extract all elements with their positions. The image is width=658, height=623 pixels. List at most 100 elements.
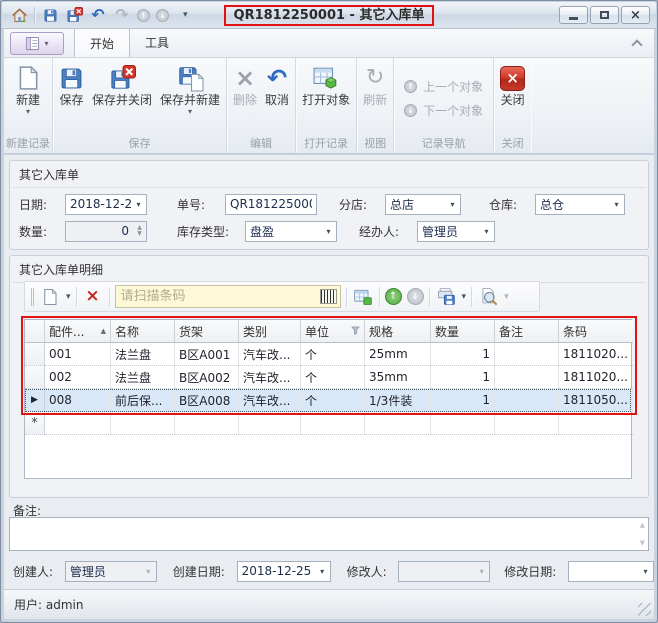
table-cell[interactable]: 1 [431,366,495,389]
table-cell[interactable]: 个 [301,389,365,412]
filter-icon[interactable] [351,326,360,337]
chevron-down-icon[interactable]: ▾ [609,195,624,214]
table-cell[interactable]: 001 [45,343,111,366]
table-cell[interactable] [111,412,175,435]
table-cell[interactable] [45,412,111,435]
column-header-remark[interactable]: 备注 [495,320,559,343]
preview-dropdown-icon[interactable]: ▾ [504,292,509,302]
table-cell[interactable]: 1811020... [559,366,633,389]
table-new-row[interactable]: * [25,412,631,435]
table-cell[interactable]: 汽车改... [239,343,301,366]
column-header-spec[interactable]: 规格 [365,320,431,343]
column-header-part[interactable]: 配件...▲ [45,320,111,343]
add-row-icon[interactable] [39,286,61,308]
chevron-down-icon[interactable]: ▾ [315,562,330,581]
previous-object-button[interactable]: ↑ 上一个对象 [404,78,483,95]
table-cell[interactable]: 前后保... [111,389,175,412]
undo-icon[interactable]: ↶ [89,6,107,24]
row-selector[interactable] [25,366,45,389]
tab-home[interactable]: 开始 [74,28,130,58]
table-cell[interactable]: 个 [301,366,365,389]
table-cell[interactable] [495,343,559,366]
table-cell[interactable]: B区A008 [175,389,239,412]
modifier-combobox[interactable]: ▾ [398,561,490,582]
cancel-button[interactable]: ↶ 取消 [261,60,293,109]
redo-icon[interactable]: ↷ [113,6,131,24]
creator-combobox[interactable]: 管理员 ▾ [65,561,157,582]
column-header-name[interactable]: 名称 [111,320,175,343]
delete-button[interactable]: × 删除 [229,60,261,109]
prev-record-icon[interactable]: ↑ [137,9,150,22]
refresh-button[interactable]: ↻ 刷新 [359,60,391,109]
table-cell[interactable]: 002 [45,366,111,389]
column-header-qty[interactable]: 数量 [431,320,495,343]
stocktype-combobox[interactable]: 盘盈 ▾ [245,221,337,242]
qty-spinner[interactable]: 0 ▲▼ [65,221,147,242]
table-cell[interactable] [559,412,633,435]
table-cell[interactable] [495,412,559,435]
save-and-new-button[interactable]: 保存并新建 ▾ [156,60,224,116]
column-header-unit[interactable]: 单位 [301,320,365,343]
table-cell[interactable]: 25mm [365,343,431,366]
column-header-shelf[interactable]: 货架 [175,320,239,343]
table-cell[interactable]: 法兰盘 [111,343,175,366]
table-cell[interactable]: 法兰盘 [111,366,175,389]
table-cell[interactable]: 1 [431,343,495,366]
select-parts-icon[interactable] [352,286,374,308]
minimize-button[interactable] [559,6,588,24]
table-cell[interactable]: 35mm [365,366,431,389]
scroll-up-icon[interactable]: ▲ [640,521,645,529]
table-row[interactable]: 002 法兰盘 B区A002 汽车改... 个 35mm 1 1811020..… [25,366,631,389]
table-cell[interactable]: 1811050... [559,389,633,412]
save-button[interactable]: 保存 [55,60,88,109]
date-combobox[interactable]: 2018-12-25 ▾ [65,194,147,215]
chevron-down-icon[interactable]: ▾ [141,562,156,581]
scroll-down-icon[interactable]: ▼ [640,539,645,547]
close-window-button[interactable]: × [621,6,650,24]
chevron-down-icon[interactable]: ▾ [638,562,653,581]
chevron-down-icon[interactable]: ▾ [479,222,494,241]
move-up-icon[interactable]: ↑ [385,288,402,305]
export-icon[interactable] [435,286,457,308]
table-cell[interactable]: B区A001 [175,343,239,366]
tab-tools[interactable]: 工具 [130,28,184,57]
orderno-field[interactable] [225,194,317,215]
table-cell[interactable]: B区A002 [175,366,239,389]
customize-qat-dropdown-icon[interactable]: ▾ [183,10,188,20]
table-cell[interactable]: 008 [45,389,111,412]
created-date-combobox[interactable]: 2018-12-25 ▾ [237,561,331,582]
export-dropdown-icon[interactable]: ▾ [462,292,467,302]
home-icon[interactable] [10,6,28,24]
table-cell[interactable]: 汽车改... [239,389,301,412]
save-and-close-button[interactable]: 保存并关闭 [88,60,156,109]
chevron-down-icon[interactable]: ▾ [321,222,336,241]
next-object-button[interactable]: ↓ 下一个对象 [404,102,483,119]
table-cell[interactable]: 个 [301,343,365,366]
row-selector-current[interactable]: ▶ [25,389,45,412]
preview-icon[interactable] [477,286,499,308]
table-cell[interactable] [495,389,559,412]
table-cell[interactable]: 汽车改... [239,366,301,389]
table-cell[interactable]: 1/3件装 [365,389,431,412]
collapse-ribbon-icon[interactable] [633,41,642,48]
table-cell[interactable] [239,412,301,435]
delete-row-icon[interactable]: × [82,286,104,308]
remarks-textarea[interactable]: ▲ ▼ [9,517,649,551]
modified-date-combobox[interactable]: ▾ [568,561,654,582]
move-down-icon[interactable]: ↓ [407,288,424,305]
barcode-input[interactable] [116,289,320,304]
row-selector[interactable] [25,343,45,366]
close-form-button[interactable]: × 关闭 [496,60,529,109]
new-button[interactable]: 新建 ▾ [11,60,45,116]
resize-grip[interactable] [638,603,651,616]
table-cell[interactable] [495,366,559,389]
branch-combobox[interactable]: 总店 ▾ [385,194,461,215]
chevron-down-icon[interactable]: ▾ [131,195,146,214]
table-cell[interactable] [365,412,431,435]
barcode-icon[interactable] [320,289,337,304]
table-row-selected[interactable]: ▶ 008 前后保... B区A008 汽车改... 个 1/3件装 1 181… [25,389,631,412]
next-record-icon[interactable]: ↓ [156,9,169,22]
table-cell[interactable]: 1811020... [559,343,633,366]
toolbar-grip[interactable] [31,288,34,306]
table-row[interactable]: 001 法兰盘 B区A001 汽车改... 个 25mm 1 1811020..… [25,343,631,366]
